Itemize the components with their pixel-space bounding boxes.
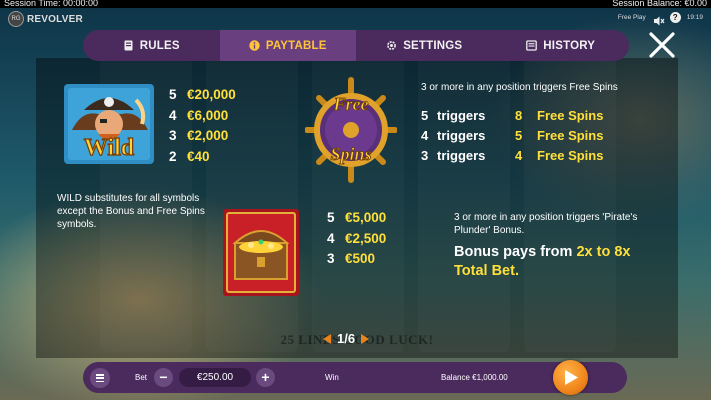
- play-icon: [565, 370, 578, 385]
- pay-value: €6,000: [187, 107, 229, 123]
- status-bar: Session Time: 00:00:00 Session Balance: …: [0, 0, 711, 8]
- revolver-logo: RG REVOLVER: [8, 11, 83, 27]
- tab-history-label: HISTORY: [543, 39, 596, 52]
- session-balance: Session Balance: €0.00: [612, 0, 707, 8]
- balance-label: Balance: [441, 373, 470, 382]
- pay-value: €20,000: [187, 87, 236, 102]
- pay-count: 2: [169, 148, 177, 164]
- bonus-line-range: 2x to 8x: [576, 244, 631, 260]
- bonus-intro: 3 or more in any position triggers 'Pira…: [454, 212, 638, 236]
- next-page-icon[interactable]: [361, 333, 370, 344]
- fs-count: 4: [421, 128, 429, 143]
- fs-label: Free Spins: [537, 108, 604, 123]
- bonus-line-suffix: Total Bet.: [454, 263, 519, 279]
- wild-paytable: 5 €20,000 4 €6,000 3 €2,000 2 €40: [169, 85, 236, 167]
- fs-spins: 8: [515, 108, 523, 123]
- pay-row: 5 €20,000: [169, 85, 236, 106]
- pay-value: €2,000: [187, 128, 229, 143]
- tab-settings-label: SETTINGS: [403, 39, 463, 52]
- fs-triggers: triggers: [437, 108, 486, 123]
- free-spins-row: 3 triggers 4 Free Spins: [421, 146, 603, 166]
- wild-description: WILD substitutes for all symbols except …: [57, 193, 205, 230]
- balance-display: Balance €1,000.00: [441, 373, 508, 382]
- pay-row: 3 €500: [327, 249, 386, 270]
- wild-symbol: Wild: [62, 80, 156, 166]
- clock: 19:19: [686, 14, 703, 21]
- free-symbol-text-top: Free: [333, 94, 369, 114]
- pay-row: 4 €6,000: [169, 106, 236, 127]
- balance-value: €1,000.00: [472, 373, 508, 382]
- fs-spins: 4: [515, 148, 523, 163]
- logo-badge: RG: [8, 11, 24, 27]
- pay-value: €40: [187, 148, 210, 164]
- free-symbol-text-bottom: Spins: [330, 144, 371, 164]
- wild-symbol-text: Wild: [84, 135, 135, 161]
- pay-count: 4: [169, 107, 177, 123]
- free-spins-intro: 3 or more in any position triggers Free …: [421, 82, 618, 93]
- fs-count: 3: [421, 148, 429, 163]
- session-time: Session Time: 00:00:00: [4, 0, 99, 8]
- pay-count: 4: [327, 230, 335, 246]
- tab-rules-label: RULES: [139, 39, 180, 52]
- history-icon: [526, 40, 538, 51]
- bet-decrease-button[interactable]: −: [154, 368, 173, 387]
- bonus-pays-line: Bonus pays from 2x to 8x Total Bet.: [454, 243, 654, 281]
- fs-spins: 5: [515, 128, 523, 143]
- top-right-controls: Free Play ? 19:19: [617, 12, 703, 25]
- fs-count: 5: [421, 108, 429, 123]
- spin-button[interactable]: [553, 360, 588, 395]
- free-play-label: Free Play: [617, 14, 646, 21]
- fs-label: Free Spins: [537, 148, 604, 163]
- bet-increase-button[interactable]: +: [256, 368, 275, 387]
- tab-paytable[interactable]: PAYTABLE: [219, 30, 356, 61]
- mute-icon[interactable]: [653, 13, 665, 25]
- close-button[interactable]: [648, 32, 676, 58]
- logo-text: REVOLVER: [27, 13, 83, 25]
- pay-value: €5,000: [345, 210, 387, 225]
- info-icon: [249, 40, 260, 51]
- tab-settings[interactable]: SETTINGS: [356, 30, 493, 61]
- previous-page-icon[interactable]: [323, 333, 331, 344]
- tab-history[interactable]: HISTORY: [493, 30, 630, 61]
- page-indicator: 1/6: [337, 331, 356, 346]
- gear-icon: [387, 41, 397, 50]
- book-icon: [124, 40, 133, 51]
- fs-label: Free Spins: [537, 128, 604, 143]
- bonus-line-prefix: Bonus pays from: [454, 244, 577, 260]
- pay-count: 5: [327, 210, 335, 225]
- free-spins-table: 5 triggers 8 Free Spins 4 triggers 5 Fre…: [421, 106, 603, 166]
- bet-label: Bet: [135, 373, 148, 382]
- pay-count: 3: [327, 251, 335, 266]
- pay-row: 2 €40: [169, 147, 236, 168]
- pay-value: €500: [345, 251, 376, 266]
- page-pager: 1/6: [323, 331, 370, 346]
- fs-triggers: triggers: [437, 128, 486, 143]
- bottom-bar: Bet − €250.00 + Win Balance €1,000.00: [83, 360, 627, 395]
- free-spins-row: 5 triggers 8 Free Spins: [421, 106, 603, 126]
- treasure-chest-symbol: [223, 209, 299, 296]
- pay-row: 4 €2,500: [327, 229, 386, 250]
- fs-triggers: triggers: [437, 148, 486, 163]
- menu-button[interactable]: [90, 368, 110, 388]
- pay-count: 5: [169, 87, 177, 102]
- bet-value: €250.00: [179, 368, 251, 387]
- bonus-paytable: 5 €5,000 4 €2,500 3 €500: [327, 208, 386, 270]
- tab-bar: RULES PAYTABLE SETTINGS HISTORY: [83, 30, 629, 61]
- help-icon[interactable]: ?: [669, 12, 681, 23]
- pay-row: 5 €5,000: [327, 208, 386, 229]
- pay-row: 3 €2,000: [169, 126, 236, 147]
- tab-paytable-label: PAYTABLE: [265, 39, 327, 52]
- tab-rules[interactable]: RULES: [83, 30, 220, 61]
- close-icon: [649, 32, 675, 58]
- free-spins-symbol: Free Spins: [304, 76, 398, 184]
- pay-count: 3: [169, 128, 177, 143]
- win-label: Win: [325, 373, 339, 382]
- free-spins-row: 4 triggers 5 Free Spins: [421, 126, 603, 146]
- pay-value: €2,500: [345, 230, 387, 246]
